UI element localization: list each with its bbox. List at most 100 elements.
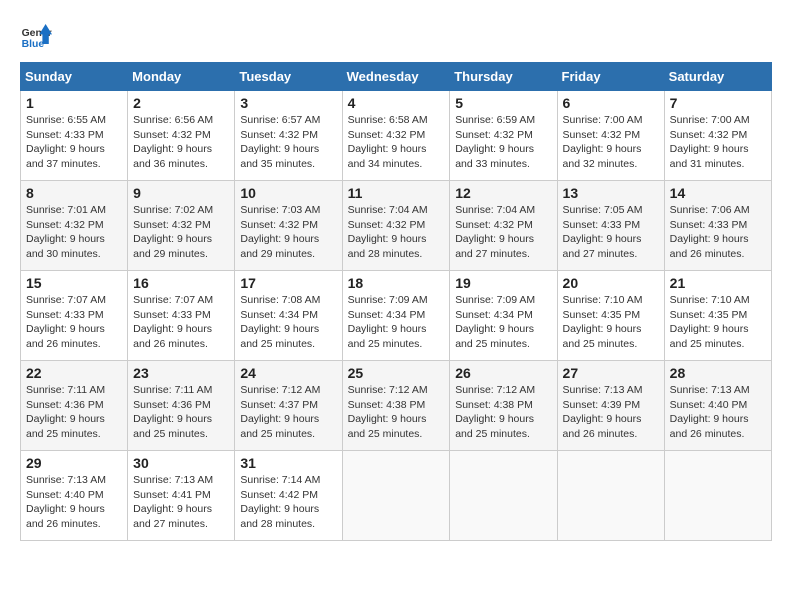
- logo-icon: General Blue: [20, 20, 52, 52]
- weekday-header: Monday: [128, 63, 235, 91]
- day-number: 3: [240, 95, 336, 111]
- calendar-cell: 14 Sunrise: 7:06 AMSunset: 4:33 PMDayligh…: [664, 181, 771, 271]
- day-info: Sunrise: 7:12 AMSunset: 4:37 PMDaylight:…: [240, 383, 336, 442]
- day-info: Sunrise: 7:13 AMSunset: 4:40 PMDaylight:…: [670, 383, 766, 442]
- calendar-cell: 24 Sunrise: 7:12 AMSunset: 4:37 PMDayligh…: [235, 361, 342, 451]
- calendar-cell: 3 Sunrise: 6:57 AMSunset: 4:32 PMDaylight…: [235, 91, 342, 181]
- day-number: 8: [26, 185, 122, 201]
- calendar-cell: 1 Sunrise: 6:55 AMSunset: 4:33 PMDaylight…: [21, 91, 128, 181]
- day-number: 26: [455, 365, 551, 381]
- day-info: Sunrise: 7:00 AMSunset: 4:32 PMDaylight:…: [563, 113, 659, 172]
- day-number: 13: [563, 185, 659, 201]
- day-number: 19: [455, 275, 551, 291]
- calendar-cell: 7 Sunrise: 7:00 AMSunset: 4:32 PMDaylight…: [664, 91, 771, 181]
- day-number: 29: [26, 455, 122, 471]
- day-info: Sunrise: 7:02 AMSunset: 4:32 PMDaylight:…: [133, 203, 229, 262]
- calendar-cell: 22Sunrise: 7:11 AMSunset: 4:36 PMDayligh…: [21, 361, 128, 451]
- calendar-cell: 17 Sunrise: 7:08 AMSunset: 4:34 PMDayligh…: [235, 271, 342, 361]
- day-number: 9: [133, 185, 229, 201]
- logo: General Blue: [20, 20, 52, 52]
- day-number: 1: [26, 95, 122, 111]
- calendar-cell: [342, 451, 450, 541]
- day-number: 31: [240, 455, 336, 471]
- day-number: 30: [133, 455, 229, 471]
- calendar-week-row: 1 Sunrise: 6:55 AMSunset: 4:33 PMDaylight…: [21, 91, 772, 181]
- calendar-week-row: 8 Sunrise: 7:01 AMSunset: 4:32 PMDaylight…: [21, 181, 772, 271]
- calendar-cell: [557, 451, 664, 541]
- calendar-cell: 6Sunrise: 7:00 AMSunset: 4:32 PMDaylight…: [557, 91, 664, 181]
- calendar-cell: 27Sunrise: 7:13 AMSunset: 4:39 PMDayligh…: [557, 361, 664, 451]
- day-info: Sunrise: 6:55 AMSunset: 4:33 PMDaylight:…: [26, 113, 122, 172]
- day-number: 12: [455, 185, 551, 201]
- day-info: Sunrise: 7:04 AMSunset: 4:32 PMDaylight:…: [348, 203, 445, 262]
- svg-text:Blue: Blue: [22, 39, 45, 50]
- day-number: 5: [455, 95, 551, 111]
- weekday-header: Friday: [557, 63, 664, 91]
- calendar-cell: [450, 451, 557, 541]
- calendar-table: SundayMondayTuesdayWednesdayThursdayFrid…: [20, 62, 772, 541]
- day-info: Sunrise: 7:01 AMSunset: 4:32 PMDaylight:…: [26, 203, 122, 262]
- day-info: Sunrise: 6:56 AMSunset: 4:32 PMDaylight:…: [133, 113, 229, 172]
- day-number: 17: [240, 275, 336, 291]
- day-number: 20: [563, 275, 659, 291]
- calendar-cell: 19 Sunrise: 7:09 AMSunset: 4:34 PMDayligh…: [450, 271, 557, 361]
- day-info: Sunrise: 7:12 AMSunset: 4:38 PMDaylight:…: [455, 383, 551, 442]
- day-info: Sunrise: 7:09 AMSunset: 4:34 PMDaylight:…: [348, 293, 445, 352]
- calendar-cell: 9 Sunrise: 7:02 AMSunset: 4:32 PMDaylight…: [128, 181, 235, 271]
- day-info: Sunrise: 6:59 AMSunset: 4:32 PMDaylight:…: [455, 113, 551, 172]
- calendar-cell: 13 Sunrise: 7:05 AMSunset: 4:33 PMDayligh…: [557, 181, 664, 271]
- calendar-cell: 16 Sunrise: 7:07 AMSunset: 4:33 PMDayligh…: [128, 271, 235, 361]
- day-number: 21: [670, 275, 766, 291]
- weekday-header: Thursday: [450, 63, 557, 91]
- day-info: Sunrise: 7:13 AMSunset: 4:41 PMDaylight:…: [133, 473, 229, 532]
- day-number: 23: [133, 365, 229, 381]
- calendar-week-row: 29Sunrise: 7:13 AMSunset: 4:40 PMDayligh…: [21, 451, 772, 541]
- day-info: Sunrise: 7:12 AMSunset: 4:38 PMDaylight:…: [348, 383, 445, 442]
- day-info: Sunrise: 7:08 AMSunset: 4:34 PMDaylight:…: [240, 293, 336, 352]
- calendar-cell: 11 Sunrise: 7:04 AMSunset: 4:32 PMDayligh…: [342, 181, 450, 271]
- day-number: 4: [348, 95, 445, 111]
- calendar-cell: 25 Sunrise: 7:12 AMSunset: 4:38 PMDayligh…: [342, 361, 450, 451]
- calendar-cell: 15 Sunrise: 7:07 AMSunset: 4:33 PMDayligh…: [21, 271, 128, 361]
- day-info: Sunrise: 7:00 AMSunset: 4:32 PMDaylight:…: [670, 113, 766, 172]
- calendar-cell: 5 Sunrise: 6:59 AMSunset: 4:32 PMDaylight…: [450, 91, 557, 181]
- day-number: 16: [133, 275, 229, 291]
- calendar-cell: 28 Sunrise: 7:13 AMSunset: 4:40 PMDayligh…: [664, 361, 771, 451]
- weekday-header: Saturday: [664, 63, 771, 91]
- day-info: Sunrise: 6:57 AMSunset: 4:32 PMDaylight:…: [240, 113, 336, 172]
- calendar-cell: 2 Sunrise: 6:56 AMSunset: 4:32 PMDaylight…: [128, 91, 235, 181]
- day-info: Sunrise: 7:04 AMSunset: 4:32 PMDaylight:…: [455, 203, 551, 262]
- calendar-cell: 12 Sunrise: 7:04 AMSunset: 4:32 PMDayligh…: [450, 181, 557, 271]
- calendar-week-row: 15 Sunrise: 7:07 AMSunset: 4:33 PMDayligh…: [21, 271, 772, 361]
- calendar-week-row: 22 Sunrise: 7:11 AMSunset: 4:36 PMDayligh…: [21, 361, 772, 451]
- day-number: 11: [348, 185, 445, 201]
- day-info: Sunrise: 7:05 AMSunset: 4:33 PMDaylight:…: [563, 203, 659, 262]
- day-number: 25: [348, 365, 445, 381]
- day-number: 22: [26, 365, 122, 381]
- day-info: Sunrise: 7:07 AMSunset: 4:33 PMDaylight:…: [133, 293, 229, 352]
- day-number: 28: [670, 365, 766, 381]
- calendar-cell: 30 Sunrise: 7:13 AMSunset: 4:41 PMDayligh…: [128, 451, 235, 541]
- header: General Blue: [20, 20, 772, 52]
- day-info: Sunrise: 7:10 AMSunset: 4:35 PMDaylight:…: [670, 293, 766, 352]
- day-info: Sunrise: 7:09 AMSunset: 4:34 PMDaylight:…: [455, 293, 551, 352]
- calendar-cell: 23 Sunrise: 7:11 AMSunset: 4:36 PMDayligh…: [128, 361, 235, 451]
- day-number: 2: [133, 95, 229, 111]
- day-info: Sunrise: 7:13 AMSunset: 4:39 PMDaylight:…: [563, 383, 659, 442]
- day-number: 7: [670, 95, 766, 111]
- weekday-header: Sunday: [21, 63, 128, 91]
- weekday-header: Tuesday: [235, 63, 342, 91]
- day-info: Sunrise: 7:07 AMSunset: 4:33 PMDaylight:…: [26, 293, 122, 352]
- day-info: Sunrise: 7:06 AMSunset: 4:33 PMDaylight:…: [670, 203, 766, 262]
- calendar-cell: 20 Sunrise: 7:10 AMSunset: 4:35 PMDayligh…: [557, 271, 664, 361]
- day-info: Sunrise: 7:10 AMSunset: 4:35 PMDaylight:…: [563, 293, 659, 352]
- calendar-cell: 10Sunrise: 7:03 AMSunset: 4:32 PMDayligh…: [235, 181, 342, 271]
- day-number: 15: [26, 275, 122, 291]
- weekday-header-row: SundayMondayTuesdayWednesdayThursdayFrid…: [21, 63, 772, 91]
- day-info: Sunrise: 7:03 AMSunset: 4:32 PMDaylight:…: [240, 203, 336, 262]
- day-number: 14: [670, 185, 766, 201]
- day-number: 24: [240, 365, 336, 381]
- calendar-cell: 18Sunrise: 7:09 AMSunset: 4:34 PMDayligh…: [342, 271, 450, 361]
- calendar-cell: [664, 451, 771, 541]
- day-info: Sunrise: 7:11 AMSunset: 4:36 PMDaylight:…: [133, 383, 229, 442]
